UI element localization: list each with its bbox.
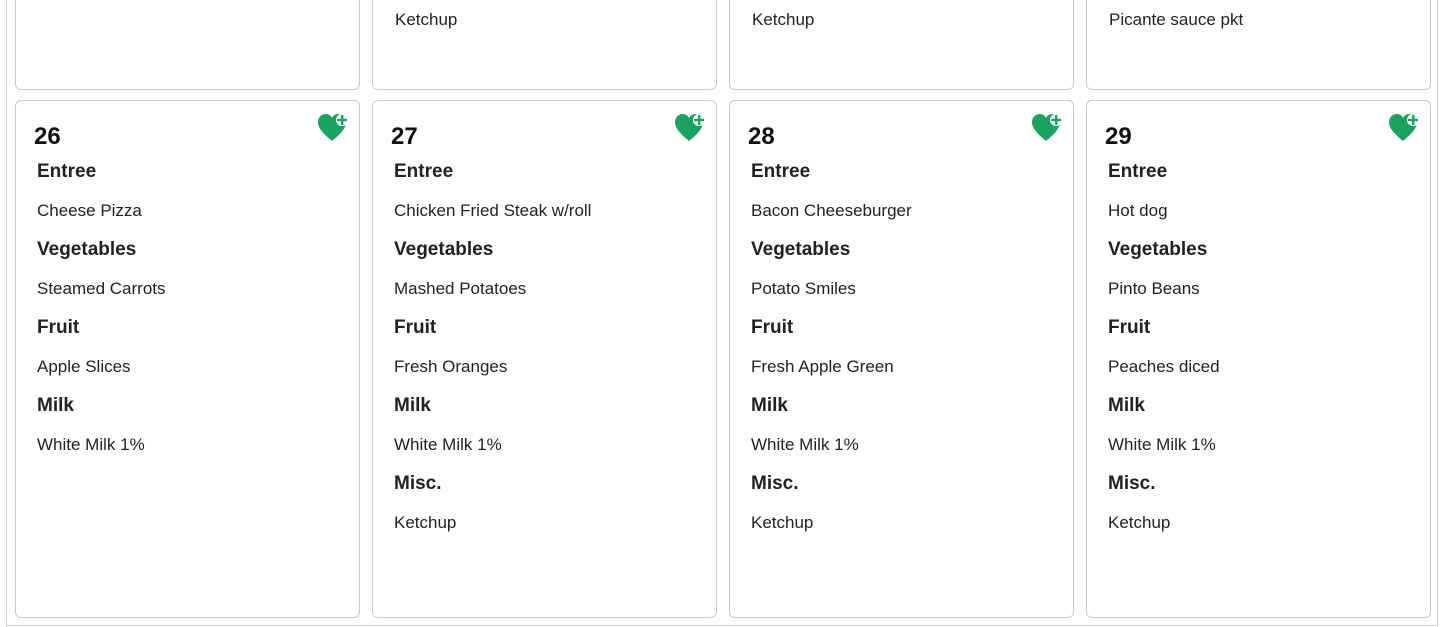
section-title-entree: Entree (394, 161, 454, 182)
day-number: 27 (391, 123, 418, 150)
menu-item: Fresh Oranges (394, 357, 508, 376)
menu-sections: Entree Bacon Cheeseburger Vegetables Pot… (751, 160, 1063, 550)
menu-sections: Entree Hot dog Vegetables Pinto Beans Fr… (1108, 160, 1420, 550)
section-title-milk: Milk (1108, 395, 1145, 416)
day-card: 29 Entree Hot dog Vegetables Pinto Beans… (1086, 100, 1431, 618)
section-title-vegetables: Vegetables (1108, 239, 1208, 260)
day-card: 27 Entree Chicken Fried Steak w/roll Veg… (372, 100, 717, 618)
favorite-button[interactable] (1388, 113, 1422, 145)
frame-bottom-border (6, 625, 1438, 626)
menu-item: Chicken Fried Steak w/roll (394, 201, 592, 220)
menu-item: Potato Smiles (751, 279, 856, 298)
menu-item: White Milk 1% (37, 435, 145, 454)
menu-item: White Milk 1% (751, 435, 859, 454)
favorite-button[interactable] (317, 113, 351, 145)
section-title-misc: Misc. (751, 473, 799, 494)
menu-item: Hot dog (1108, 201, 1168, 220)
heart-plus-icon (1389, 114, 1419, 141)
day-card-previous: Ketchup (372, 0, 717, 90)
menu-item: Pinto Beans (1108, 279, 1200, 298)
heart-plus-icon (318, 114, 348, 141)
menu-item: White Milk 1% (1108, 435, 1216, 454)
day-number: 26 (34, 123, 61, 150)
day-card-previous: Ketchup (729, 0, 1074, 90)
menu-item: Ketchup (751, 513, 814, 532)
day-card-previous: Picante sauce pkt (1086, 0, 1431, 90)
section-title-vegetables: Vegetables (394, 239, 494, 260)
menu-item: Steamed Carrots (37, 279, 166, 298)
heart-plus-icon (1032, 114, 1062, 141)
frame-left-border (6, 0, 7, 627)
day-card-previous (15, 0, 360, 90)
section-title-milk: Milk (37, 395, 74, 416)
section-title-fruit: Fruit (1108, 317, 1151, 338)
section-title-vegetables: Vegetables (37, 239, 137, 260)
day-card: 28 Entree Bacon Cheeseburger Vegetables … (729, 100, 1074, 618)
menu-item: Ketchup (394, 513, 457, 532)
section-title-fruit: Fruit (394, 317, 437, 338)
section-title-entree: Entree (37, 161, 97, 182)
menu-item: Ketchup (395, 10, 458, 29)
frame-right-border (1437, 0, 1438, 627)
heart-plus-icon (675, 114, 705, 141)
menu-sections: Entree Cheese Pizza Vegetables Steamed C… (37, 160, 349, 472)
favorite-button[interactable] (1031, 113, 1065, 145)
menu-item: Ketchup (1108, 513, 1171, 532)
menu-item: Fresh Apple Green (751, 357, 894, 376)
section-title-fruit: Fruit (37, 317, 80, 338)
menu-item: Bacon Cheeseburger (751, 201, 912, 220)
section-title-entree: Entree (751, 161, 811, 182)
section-title-milk: Milk (751, 395, 788, 416)
section-title-fruit: Fruit (751, 317, 794, 338)
section-title-misc: Misc. (394, 473, 442, 494)
menu-item: Cheese Pizza (37, 201, 142, 220)
menu-item: Ketchup (752, 10, 815, 29)
day-card: 26 Entree Cheese Pizza Vegetables Steame… (15, 100, 360, 618)
menu-item: Mashed Potatoes (394, 279, 527, 298)
menu-sections: Entree Chicken Fried Steak w/roll Vegeta… (394, 160, 706, 550)
menu-item: Peaches diced (1108, 357, 1220, 376)
day-number: 29 (1105, 123, 1132, 150)
day-number: 28 (748, 123, 775, 150)
section-title-misc: Misc. (1108, 473, 1156, 494)
favorite-button[interactable] (674, 113, 708, 145)
section-title-entree: Entree (1108, 161, 1168, 182)
section-title-vegetables: Vegetables (751, 239, 851, 260)
menu-item: Picante sauce pkt (1109, 10, 1244, 29)
menu-item: Apple Slices (37, 357, 131, 376)
section-title-milk: Milk (394, 395, 431, 416)
menu-item: White Milk 1% (394, 435, 502, 454)
